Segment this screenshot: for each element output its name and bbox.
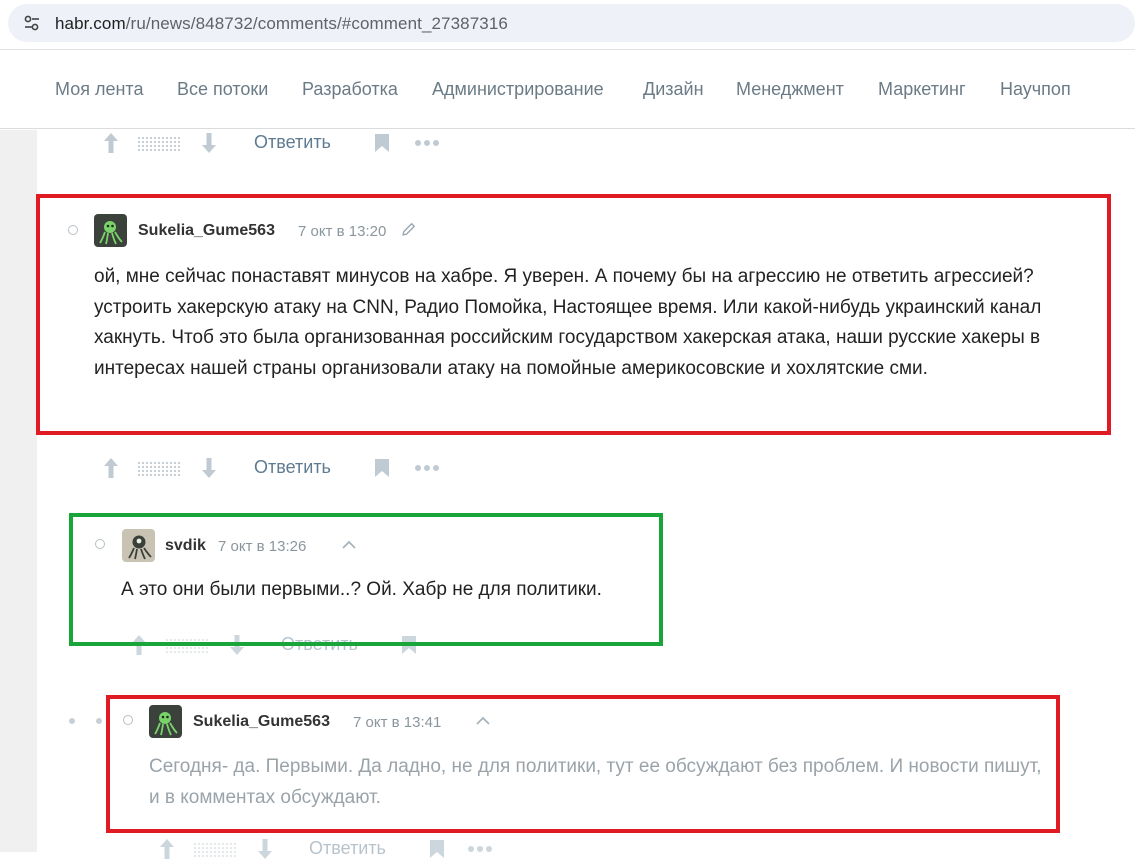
bookmark-icon[interactable] [374, 458, 390, 478]
reply-button[interactable]: Ответить [254, 457, 331, 478]
highlight-box-red [36, 194, 1111, 435]
reply-button[interactable]: Ответить [309, 838, 386, 859]
highlight-box-green [69, 513, 663, 646]
more-dots-icon[interactable] [414, 137, 442, 149]
arrow-up-icon[interactable] [102, 131, 120, 155]
page-gutter [0, 130, 37, 852]
nav-item-administration[interactable]: Администрирование [432, 79, 604, 100]
nav-item-popsci[interactable]: Научпоп [1000, 79, 1071, 100]
score-placeholder [193, 842, 237, 858]
arrow-up-icon[interactable] [102, 456, 120, 480]
arrow-up-icon[interactable] [158, 837, 176, 861]
nav-item-management[interactable]: Менеджмент [736, 79, 844, 100]
more-dots-icon[interactable] [414, 462, 442, 474]
highlight-box-red [106, 695, 1060, 833]
arrow-down-icon[interactable] [256, 837, 274, 861]
url-field[interactable]: habr.com/ru/news/848732/comments/#commen… [8, 4, 1135, 42]
url-path: /ru/news/848732/comments/#comment_273873… [125, 14, 508, 33]
bookmark-icon[interactable] [429, 839, 445, 859]
arrow-down-icon[interactable] [200, 456, 218, 480]
comment-actions: Ответить [100, 128, 460, 158]
reply-button[interactable]: Ответить [254, 132, 331, 153]
thread-line-dot [96, 718, 102, 724]
comment-actions: Ответить [156, 834, 496, 864]
score-placeholder [137, 461, 181, 477]
nav-item-development[interactable]: Разработка [302, 79, 398, 100]
nav-item-design[interactable]: Дизайн [643, 79, 704, 100]
main-navigation: Моя лента Все потоки Разработка Админист… [0, 51, 1135, 129]
nav-item-all-streams[interactable]: Все потоки [177, 79, 268, 100]
url-text[interactable]: habr.com/ru/news/848732/comments/#commen… [55, 14, 508, 34]
comment-actions: Ответить [100, 453, 460, 483]
nav-item-marketing[interactable]: Маркетинг [878, 79, 966, 100]
bookmark-icon[interactable] [374, 133, 390, 153]
nav-item-my-feed[interactable]: Моя лента [55, 79, 143, 100]
arrow-down-icon[interactable] [200, 131, 218, 155]
more-dots-icon[interactable] [467, 843, 495, 855]
score-placeholder [137, 136, 181, 152]
browser-address-bar: habr.com/ru/news/848732/comments/#commen… [0, 0, 1135, 50]
thread-line-dot [69, 718, 75, 724]
tune-icon[interactable] [22, 13, 42, 33]
url-host: habr.com [55, 14, 126, 33]
